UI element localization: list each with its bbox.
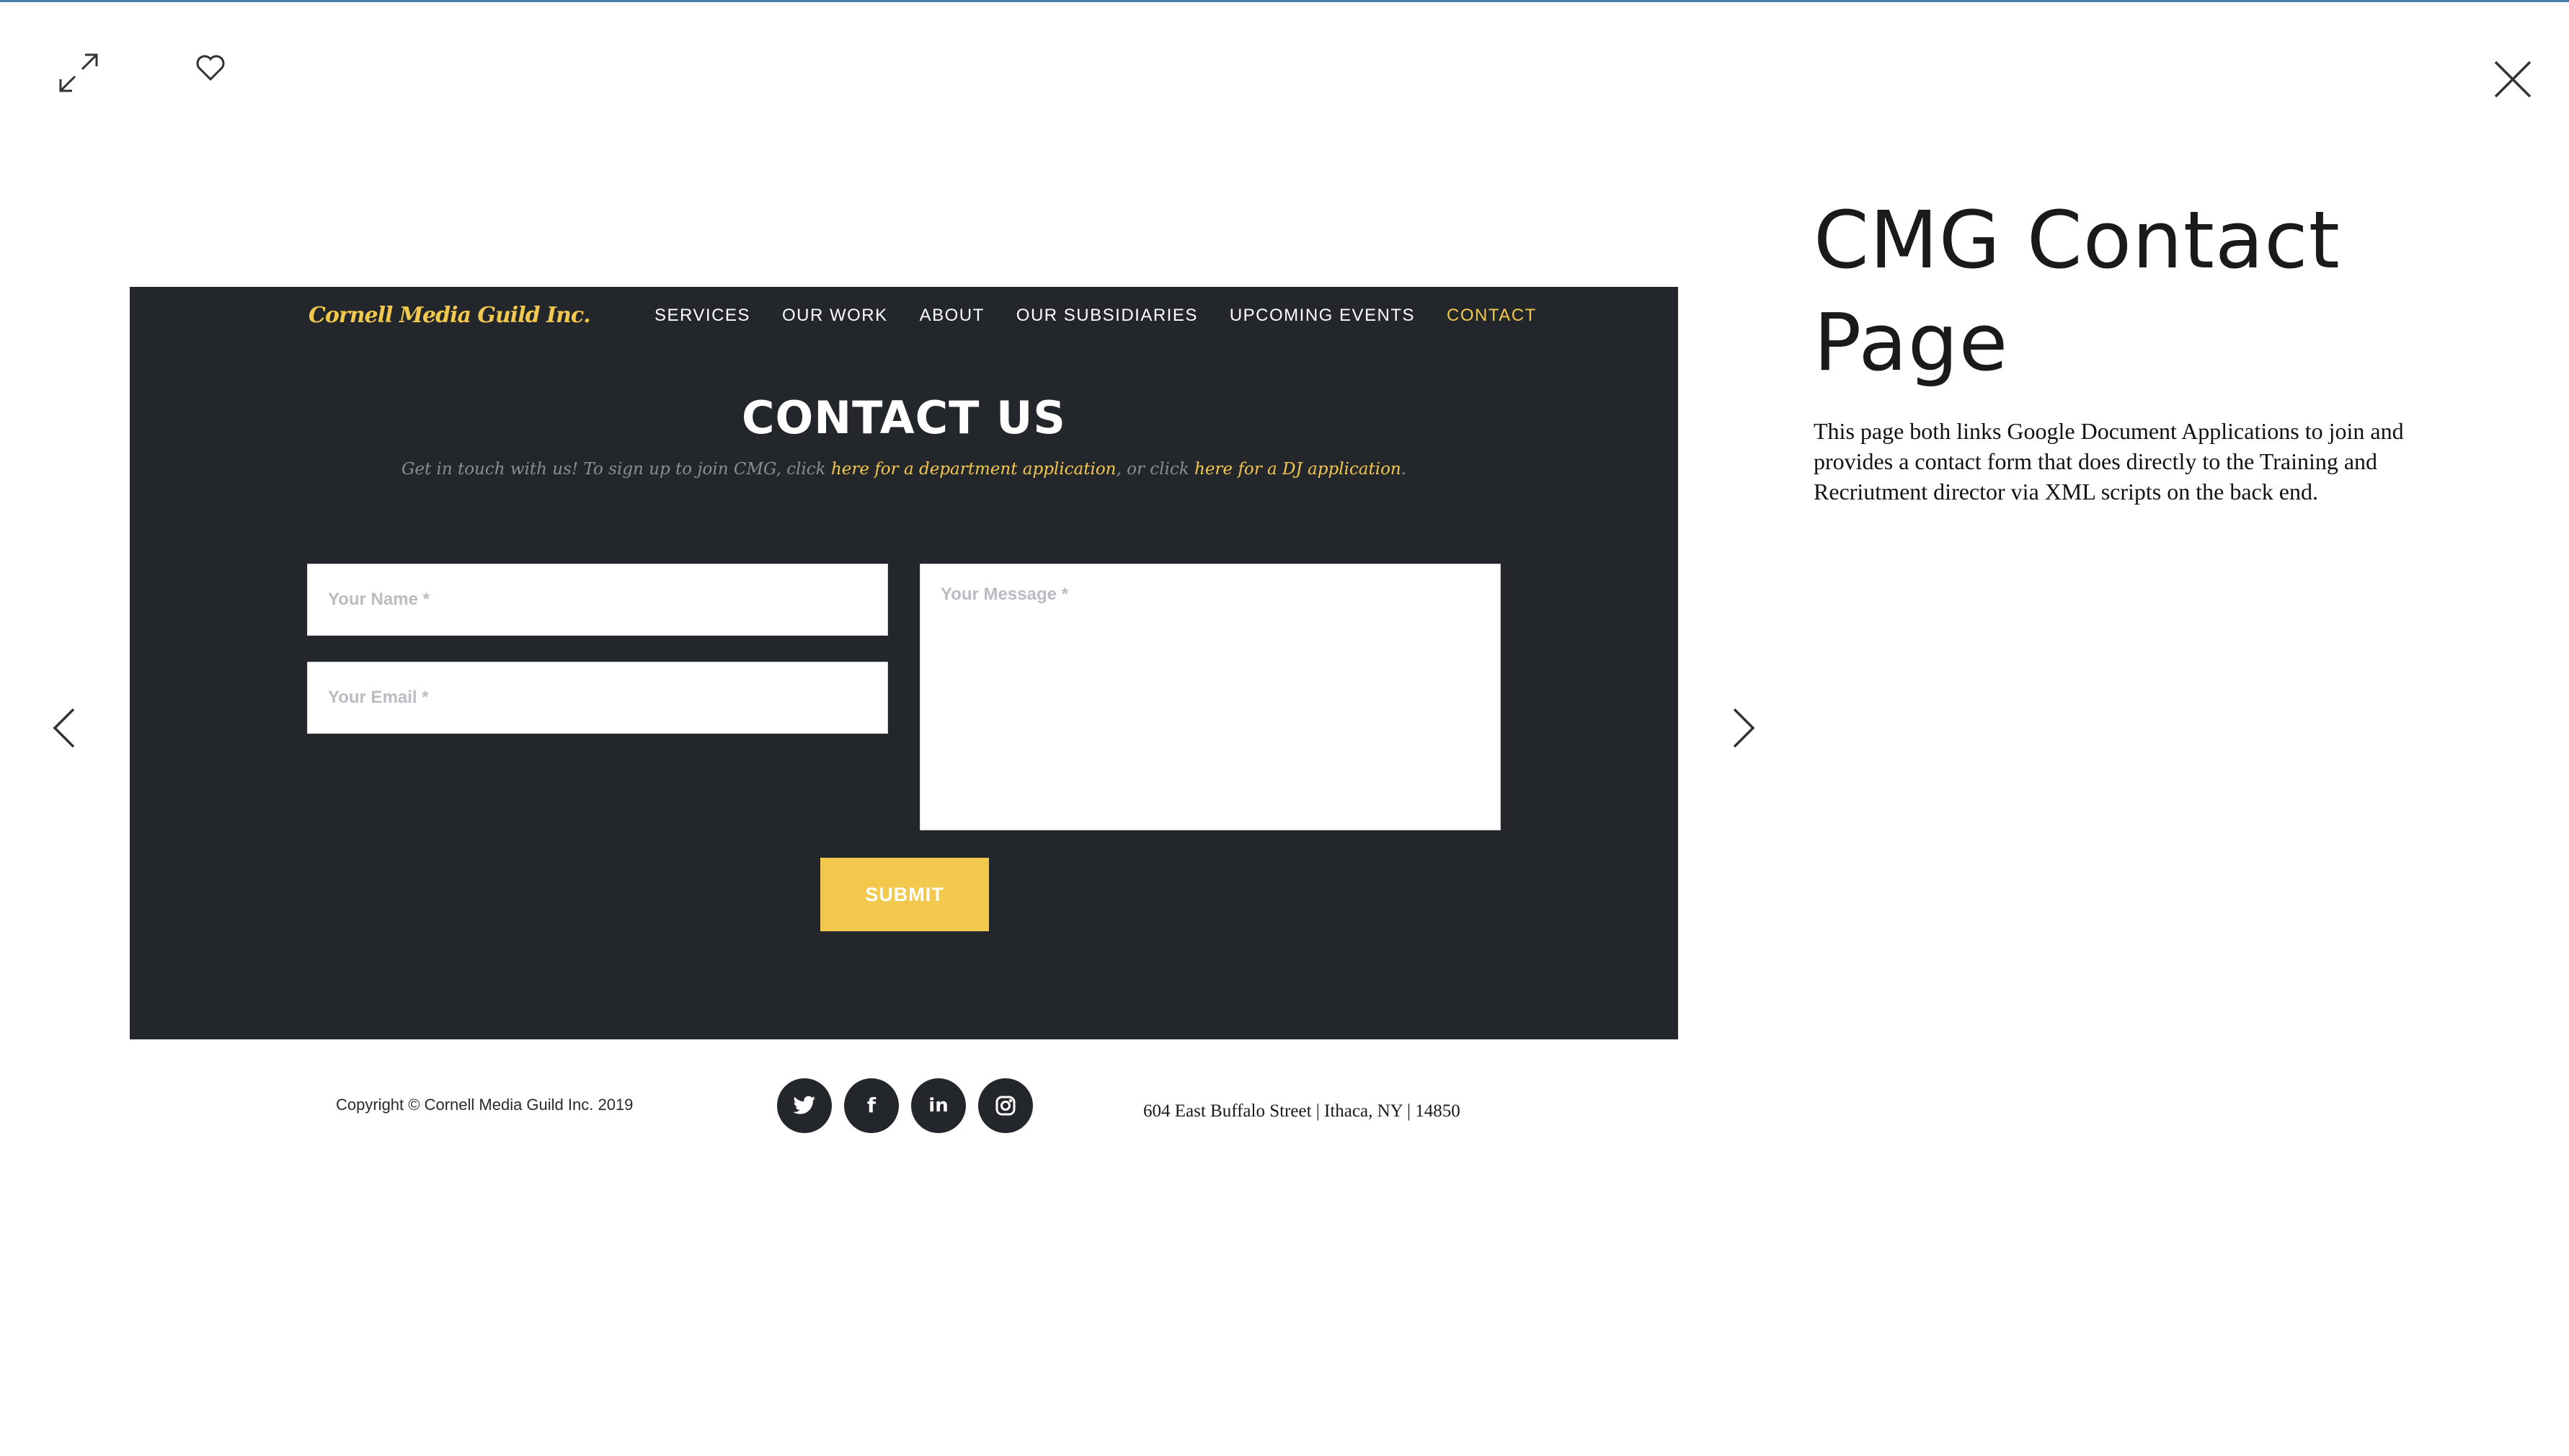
linkedin-glyph: in bbox=[928, 1095, 949, 1117]
nav-our-subsidiaries[interactable]: OUR SUBSIDIARIES bbox=[1016, 306, 1198, 326]
department-application-link[interactable]: here for a department application bbox=[831, 460, 1117, 479]
chevron-right-icon[interactable] bbox=[1729, 706, 1757, 750]
close-x-icon[interactable] bbox=[2493, 59, 2533, 99]
facebook-icon[interactable]: f bbox=[844, 1078, 899, 1133]
nav-about[interactable]: ABOUT bbox=[920, 306, 985, 326]
expand-arrows-icon[interactable] bbox=[56, 50, 101, 95]
site-nav: SERVICES OUR WORK ABOUT OUR SUBSIDIARIES… bbox=[655, 306, 1537, 326]
intro-text: . bbox=[1401, 460, 1407, 479]
dj-application-link[interactable]: here for a DJ application bbox=[1194, 460, 1401, 479]
project-screenshot: Cornell Media Guild Inc. SERVICES OUR WO… bbox=[130, 287, 1678, 1039]
nav-contact[interactable]: CONTACT bbox=[1447, 306, 1537, 326]
instagram-icon[interactable] bbox=[978, 1078, 1033, 1133]
site-logo[interactable]: Cornell Media Guild Inc. bbox=[309, 303, 591, 328]
facebook-glyph: f bbox=[866, 1093, 877, 1117]
project-title: CMG Contact Page bbox=[1814, 194, 2341, 389]
twitter-icon[interactable] bbox=[777, 1078, 832, 1133]
project-description: This page both links Google Document App… bbox=[1814, 418, 2404, 505]
name-field[interactable] bbox=[307, 564, 888, 636]
chevron-left-icon[interactable] bbox=[50, 706, 79, 750]
nav-upcoming-events[interactable]: UPCOMING EVENTS bbox=[1230, 306, 1415, 326]
nav-services[interactable]: SERVICES bbox=[655, 306, 750, 326]
copyright-text: Copyright © Cornell Media Guild Inc. 201… bbox=[336, 1096, 634, 1114]
nav-our-work[interactable]: OUR WORK bbox=[782, 306, 888, 326]
heart-icon[interactable] bbox=[195, 53, 226, 82]
linkedin-icon[interactable]: in bbox=[911, 1078, 966, 1133]
submit-button[interactable]: SUBMIT bbox=[820, 858, 989, 931]
intro-text: , or click bbox=[1116, 460, 1194, 479]
email-field[interactable] bbox=[307, 662, 888, 734]
top-accent-line bbox=[0, 0, 2569, 2]
contact-intro: Get in touch with us! To sign up to join… bbox=[130, 460, 1678, 479]
contact-heading: CONTACT US bbox=[742, 391, 1066, 444]
intro-text: Get in touch with us! To sign up to join… bbox=[401, 460, 831, 479]
address-text: 604 East Buffalo Street | Ithaca, NY | 1… bbox=[1143, 1101, 1460, 1121]
message-field[interactable] bbox=[920, 564, 1501, 830]
